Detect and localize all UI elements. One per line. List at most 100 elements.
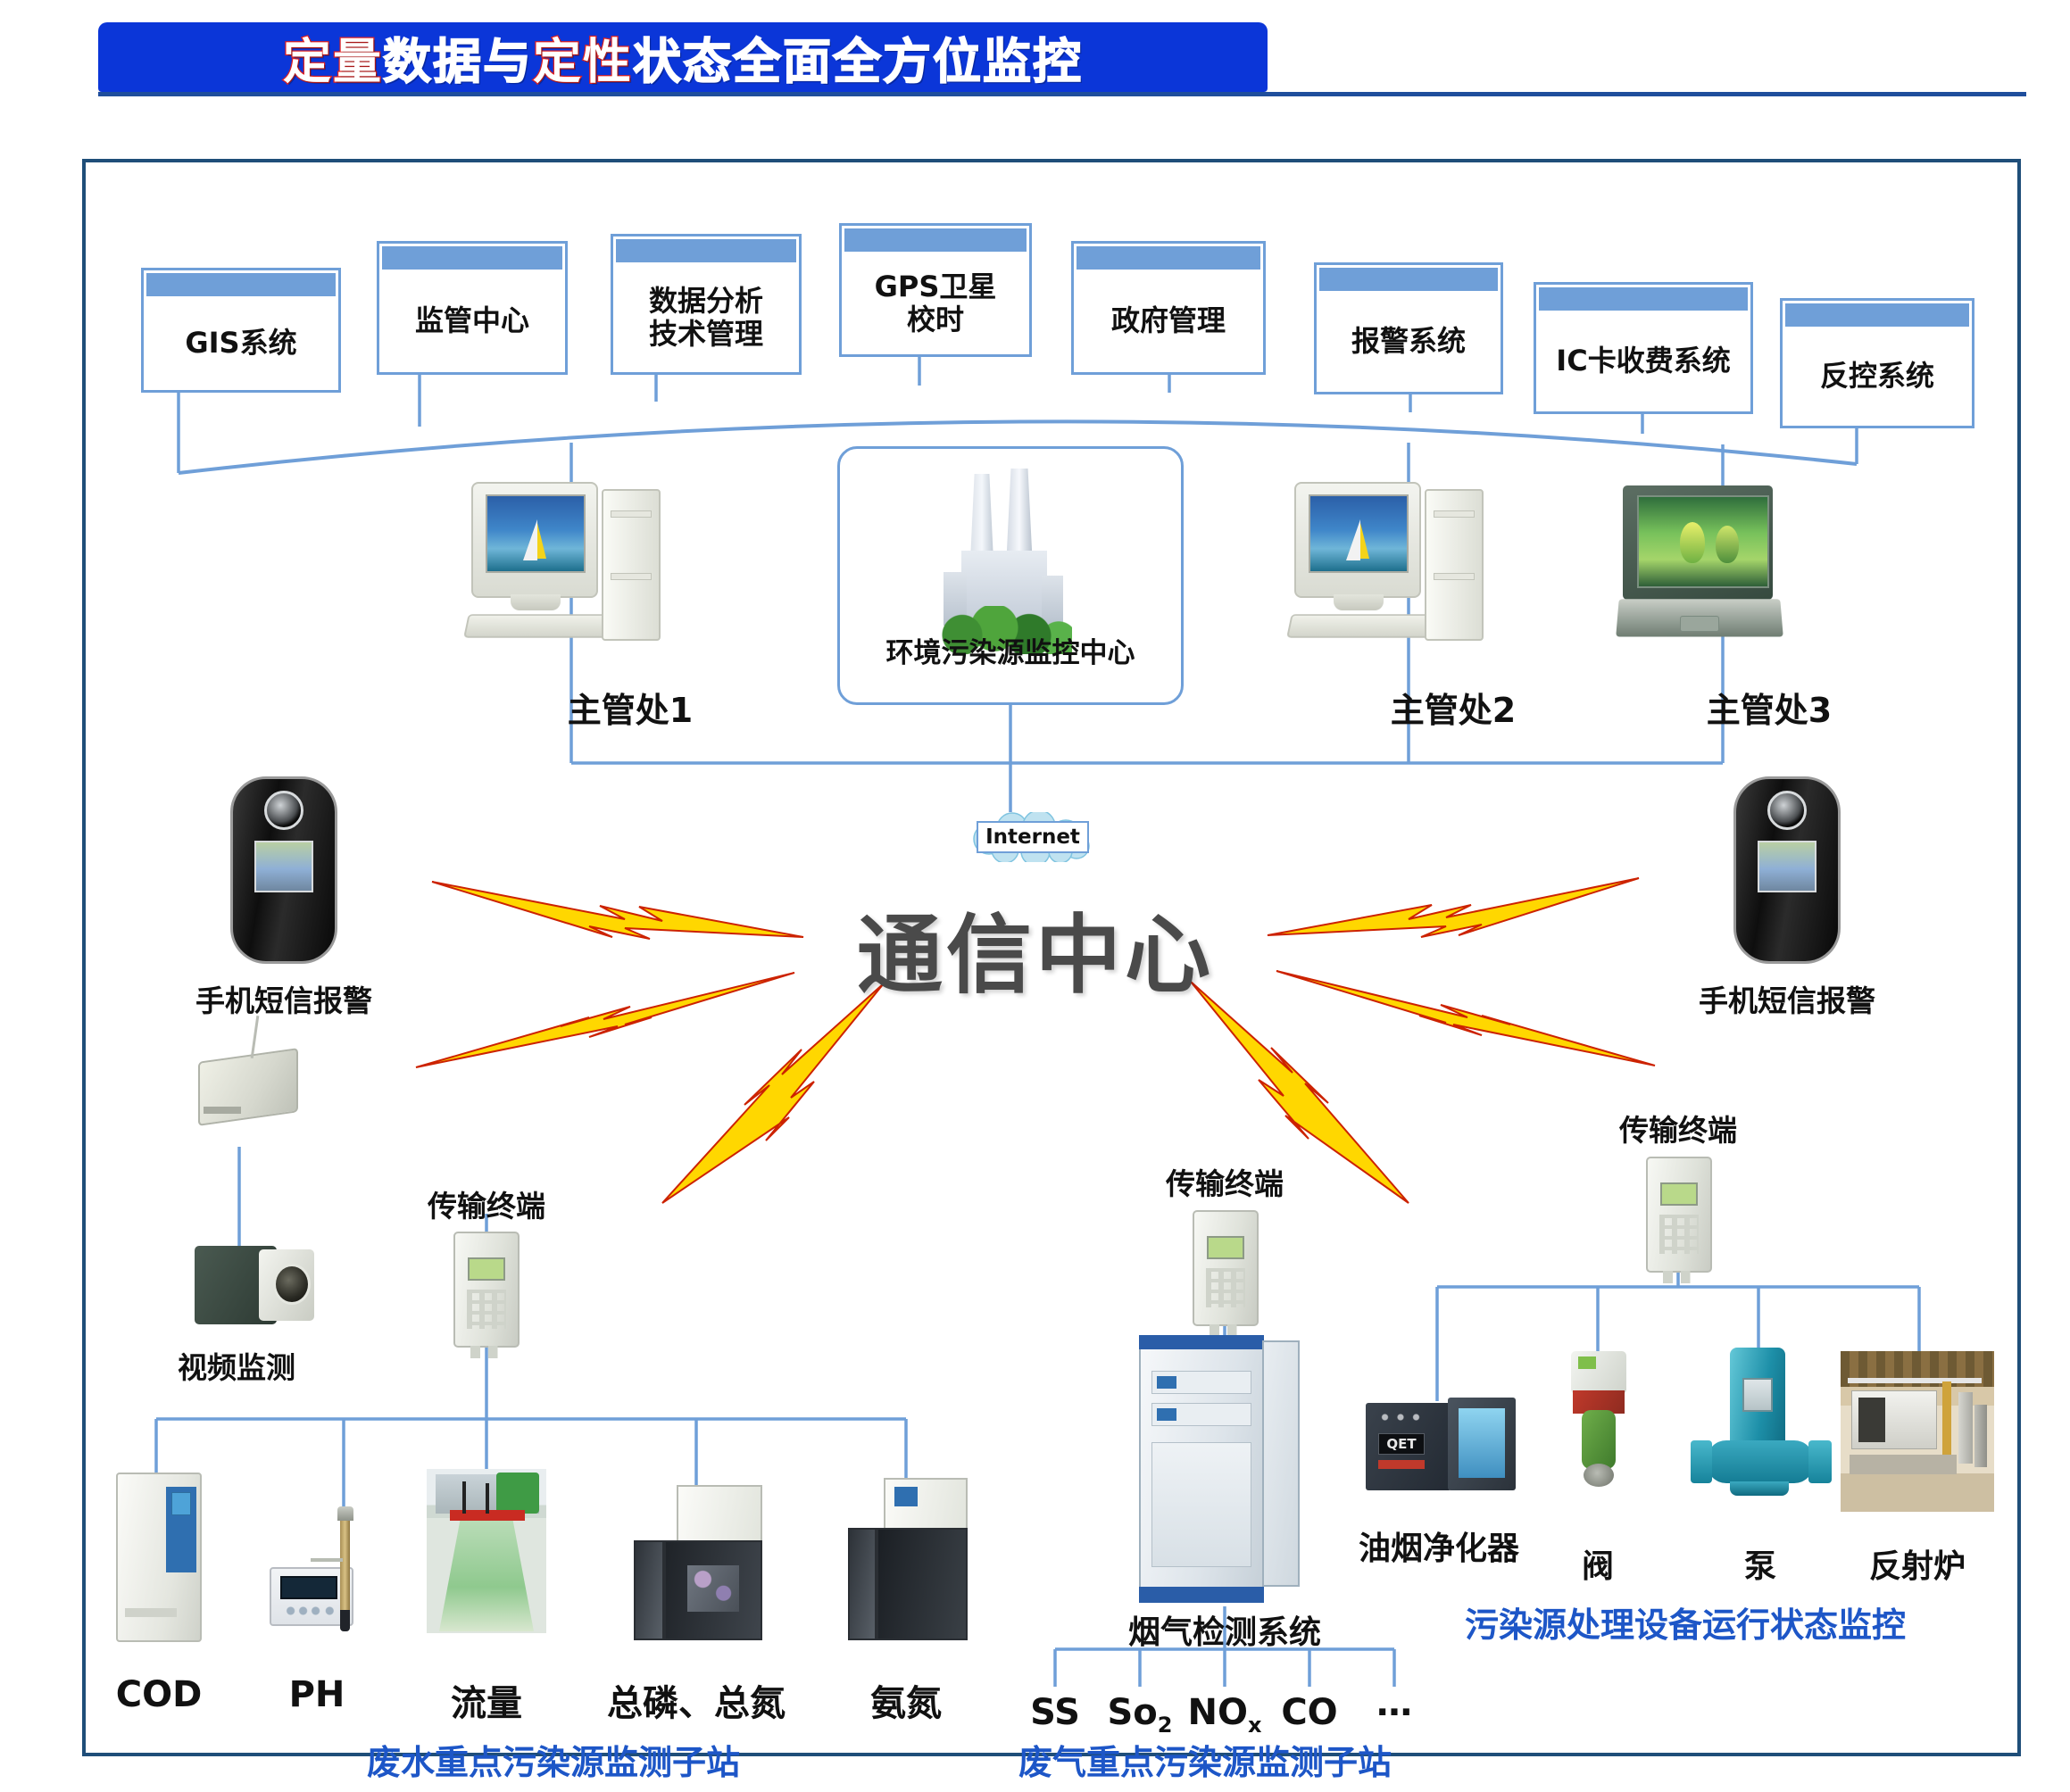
- sysbox-label: GPS卫星 校时: [874, 269, 997, 336]
- drive-slot: [611, 573, 652, 580]
- analyte-label-ss: SS: [1030, 1692, 1080, 1733]
- terminal-cable-glands: [1663, 1271, 1695, 1283]
- workstation-2-label: 主管处2: [1390, 691, 1517, 730]
- workstation-3-laptop: [1616, 485, 1787, 646]
- terminal-lcd: [468, 1257, 505, 1281]
- sysbox-ic-card-billing[interactable]: IC卡收费系统: [1534, 282, 1753, 414]
- sysbox-label: IC卡收费系统: [1556, 344, 1731, 378]
- modem-body: [198, 1048, 298, 1126]
- title-text: 定量数据与定性状态全面全方位监控: [98, 22, 1268, 93]
- furnace-pipe: [1942, 1381, 1951, 1464]
- analyzer-display: [894, 1487, 918, 1506]
- analyte-text: …: [1376, 1683, 1412, 1724]
- sysbox-label: 反控系统: [1819, 359, 1934, 394]
- sysbox-titlebar: [1785, 303, 1969, 327]
- workstation-3-label: 主管处3: [1706, 691, 1833, 730]
- valve-device: [1560, 1351, 1641, 1494]
- pump-inlet-flange: [1691, 1440, 1712, 1483]
- purifier-status-strip: [1378, 1460, 1425, 1469]
- ammonia-nitrogen-analyzer-device: [848, 1478, 968, 1642]
- analyte-label-co: CO: [1281, 1692, 1337, 1733]
- center-box-label: 环境污染源监控中心: [885, 637, 1135, 669]
- pump-terminal-box: [1742, 1378, 1773, 1412]
- furnace-base: [1850, 1455, 1957, 1474]
- terminal-cable-glands: [470, 1346, 503, 1358]
- sysbox-data-analysis[interactable]: 数据分析 技术管理: [611, 234, 802, 375]
- cod-analyzer-device: [116, 1473, 202, 1642]
- internet-cloud[interactable]: Internet: [966, 809, 1100, 867]
- sysbox-titlebar: [1539, 287, 1748, 311]
- modem-ports: [204, 1107, 241, 1114]
- fume-purifier-device: QET: [1366, 1398, 1517, 1496]
- workstation-1-label: 主管处1: [567, 691, 694, 730]
- internet-label: Internet: [977, 821, 1089, 853]
- video-monitoring-label: 视频监测: [178, 1350, 295, 1385]
- monitor-base: [1334, 594, 1384, 610]
- cabinet-lower-panel: [1151, 1442, 1251, 1567]
- phone-alarm-right-label: 手机短信报警: [1699, 983, 1875, 1018]
- sysbox-government-admin[interactable]: 政府管理: [1071, 241, 1266, 375]
- furnace-chamber: [1858, 1398, 1885, 1442]
- sysbox-gps-time-sync[interactable]: GPS卫星 校时: [839, 223, 1032, 357]
- wastewater-station-caption: 废水重点污染源监测子站: [366, 1743, 741, 1782]
- sensor-label-flow: 流量: [451, 1683, 522, 1724]
- transmission-terminal-right-label: 传输终端: [1619, 1113, 1737, 1148]
- sysbox-label: GIS系统: [185, 326, 297, 361]
- analyzer-internals: [687, 1565, 739, 1612]
- cabinet-top-trim: [1139, 1335, 1264, 1349]
- terminal-keypad: [1205, 1268, 1246, 1308]
- sysbox-titlebar: [616, 239, 796, 262]
- probe-tip: [340, 1610, 350, 1631]
- title-segment-red-2: 定性: [532, 32, 633, 91]
- crt-monitor-icon: [471, 482, 598, 598]
- laptop-screen: [1637, 495, 1769, 588]
- equipment-label-valve: 阀: [1581, 1548, 1615, 1585]
- analyzer-open-door: [848, 1528, 877, 1640]
- phone-screen: [1758, 841, 1816, 892]
- sysbox-titlebar: [382, 246, 562, 270]
- cod-vent: [125, 1608, 177, 1617]
- sysbox-label: 数据分析 技术管理: [648, 283, 763, 351]
- sensor-label-tp-tn: 总磷、总氮: [607, 1683, 786, 1724]
- phone-alarm-left-label: 手机短信报警: [195, 983, 372, 1018]
- drive-slot: [1434, 510, 1475, 518]
- flue-gas-analyzer-cabinet: [1139, 1335, 1300, 1603]
- camera-lens-icon: [264, 791, 303, 830]
- laptop-trackpad: [1680, 616, 1719, 632]
- sysbox-reverse-control[interactable]: 反控系统: [1780, 298, 1974, 428]
- transmission-terminal-left: [453, 1232, 520, 1358]
- ph-probe-icon: [311, 1506, 355, 1631]
- terminal-lcd: [1207, 1235, 1244, 1259]
- valve-actuator-cap: [1578, 1356, 1596, 1369]
- analyte-subscript: x: [1248, 1713, 1262, 1738]
- title-segment-black-2: 状态全面全方位监控: [632, 33, 1083, 91]
- diagram-canvas: 定量数据与定性状态全面全方位监控 GIS系统 监管中心 数据分析 技术管理 GP…: [0, 0, 2070, 1792]
- laptop-lid: [1623, 485, 1773, 600]
- sysbox-titlebar: [844, 228, 1027, 252]
- ph-meter-buttons[interactable]: [286, 1606, 336, 1615]
- phone-screen: [254, 841, 313, 892]
- sysbox-gis[interactable]: GIS系统: [141, 268, 341, 393]
- title-banner: 定量数据与定性状态全面全方位监控: [98, 22, 1268, 92]
- flow-meter-photo: [427, 1469, 546, 1633]
- sysbox-titlebar: [1319, 268, 1498, 291]
- reverberatory-furnace-photo: [1841, 1351, 1994, 1512]
- furnace-duct: [1974, 1405, 1987, 1467]
- sysbox-alarm-system[interactable]: 报警系统: [1314, 262, 1503, 394]
- sysbox-supervision-center[interactable]: 监管中心: [377, 241, 568, 375]
- terminal-keypad: [1658, 1215, 1700, 1255]
- equipment-label-pump: 泵: [1743, 1548, 1777, 1585]
- sailboat-icon: [523, 519, 537, 560]
- transmission-terminal-gas: [1193, 1210, 1259, 1337]
- sensor-rod: [486, 1483, 489, 1514]
- title-segment-red-1: 定量: [282, 32, 383, 91]
- workstation-2-computer: [1286, 482, 1491, 651]
- environment-monitoring-center-box[interactable]: 环境污染源监控中心: [837, 446, 1184, 705]
- sensor-rod: [462, 1481, 466, 1514]
- monitor-base: [511, 594, 561, 610]
- sysbox-titlebar: [1077, 246, 1260, 270]
- sailboat-sail-icon: [1360, 523, 1369, 559]
- sysbox-label: 报警系统: [1351, 324, 1466, 359]
- furnace-duct: [1958, 1392, 1973, 1464]
- balloon-icon: [1680, 522, 1705, 563]
